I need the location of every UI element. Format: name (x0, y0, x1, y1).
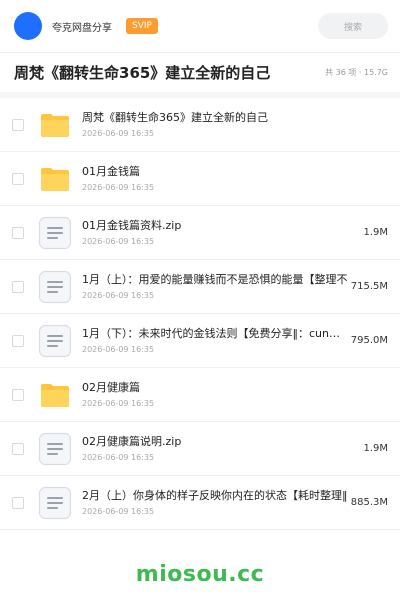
file-info: 1月（下）：未来时代的金钱法则【免费分享‖：cun… 2026-06-09 16:… (82, 326, 347, 355)
file-row[interactable]: 周梵《翻转生命365》建立全新的自己 2026-06-09 16:35 (0, 98, 400, 152)
file-date: 2026-06-09 16:35 (82, 399, 155, 408)
file-info: 2月（上）你身体的样子反映你内在的状态【耗时整理‖ 2026-06-09 16:3… (82, 488, 347, 517)
file-row[interactable]: 1月（上）：用爱的能量赚钱而不是恐惧的能量【整理不 2026-06-09 16:3… (0, 260, 400, 314)
file-size: 795.0M (350, 335, 388, 346)
select-checkbox[interactable] (12, 388, 24, 401)
page-title: 周梵《翻转生命365》建立全新的自己 (14, 64, 271, 82)
share-meta: 共 36 项 · 15.7G (325, 68, 388, 77)
file-date: 2026-06-09 16:35 (82, 237, 155, 246)
file-date: 2026-06-09 16:35 (82, 183, 155, 192)
file-info: 周梵《翻转生命365》建立全新的自己 2026-06-09 16:35 (82, 110, 384, 139)
file-info: 02月健康篇说明.zip 2026-06-09 16:35 (82, 434, 359, 463)
file-date: 2026-06-09 16:35 (82, 345, 155, 354)
file-date: 2026-06-09 16:35 (82, 507, 155, 516)
search-label: 搜索 (343, 22, 362, 33)
file-row[interactable]: 01月金钱篇 2026-06-09 16:35 (0, 152, 400, 206)
file-date: 2026-06-09 16:35 (82, 453, 155, 462)
brand-name: 夸克网盘分享 (52, 22, 112, 34)
select-checkbox[interactable] (12, 442, 24, 455)
file-size: 1.9M (363, 443, 388, 454)
select-checkbox[interactable] (12, 118, 24, 131)
select-checkbox[interactable] (12, 496, 24, 509)
folder-icon (38, 378, 72, 412)
file-name: 01月金钱篇资料.zip (82, 219, 182, 232)
file-date: 2026-06-09 16:35 (82, 129, 155, 138)
file-info: 02月健康篇 2026-06-09 16:35 (82, 380, 384, 409)
file-size: 715.5M (350, 281, 388, 292)
file-name: 1月（上）：用爱的能量赚钱而不是恐惧的能量【整理不 (82, 273, 347, 286)
folder-icon (38, 108, 72, 142)
select-checkbox[interactable] (12, 172, 24, 185)
file-info: 01月金钱篇资料.zip 2026-06-09 16:35 (82, 218, 359, 247)
file-name: 01月金钱篇 (82, 165, 140, 178)
select-checkbox[interactable] (12, 334, 24, 347)
title-bar: 周梵《翻转生命365》建立全新的自己 共 36 项 · 15.7G (0, 52, 400, 98)
file-name: 1月（下）：未来时代的金钱法则【免费分享‖：cun… (82, 327, 340, 340)
file-row[interactable]: 02月健康篇说明.zip 2026-06-09 16:35 1.9M (0, 422, 400, 476)
document-icon (38, 486, 72, 520)
watermark: miosou.cc (135, 562, 265, 587)
file-name: 02月健康篇说明.zip (82, 435, 182, 448)
file-row[interactable]: 1月（下）：未来时代的金钱法则【免费分享‖：cun… 2026-06-09 16:… (0, 314, 400, 368)
folder-icon (38, 162, 72, 196)
file-size: 1.9M (363, 227, 388, 238)
file-info: 01月金钱篇 2026-06-09 16:35 (82, 164, 384, 193)
file-name: 2月（上）你身体的样子反映你内在的状态【耗时整理‖ (82, 489, 347, 502)
select-checkbox[interactable] (12, 280, 24, 293)
select-checkbox[interactable] (12, 226, 24, 239)
svip-badge: SVIP (126, 18, 158, 34)
document-icon (38, 216, 72, 250)
file-row[interactable]: 2月（上）你身体的样子反映你内在的状态【耗时整理‖ 2026-06-09 16:3… (0, 476, 400, 530)
top-bar: 夸克网盘分享 SVIP 搜索 (0, 0, 400, 52)
file-row[interactable]: 02月健康篇 2026-06-09 16:35 (0, 368, 400, 422)
document-icon (38, 324, 72, 358)
file-row[interactable]: 01月金钱篇资料.zip 2026-06-09 16:35 1.9M (0, 206, 400, 260)
file-size: 885.3M (350, 497, 388, 508)
file-name: 周梵《翻转生命365》建立全新的自己 (82, 111, 268, 124)
file-name: 02月健康篇 (82, 381, 140, 394)
file-info: 1月（上）：用爱的能量赚钱而不是恐惧的能量【整理不 2026-06-09 16:3… (82, 272, 347, 301)
avatar[interactable] (14, 12, 42, 40)
document-icon (38, 432, 72, 466)
file-date: 2026-06-09 16:35 (82, 291, 155, 300)
search-button[interactable]: 搜索 (318, 13, 388, 39)
document-icon (38, 270, 72, 304)
file-list: 周梵《翻转生命365》建立全新的自己 2026-06-09 16:35 01月金钱篇… (0, 98, 400, 530)
